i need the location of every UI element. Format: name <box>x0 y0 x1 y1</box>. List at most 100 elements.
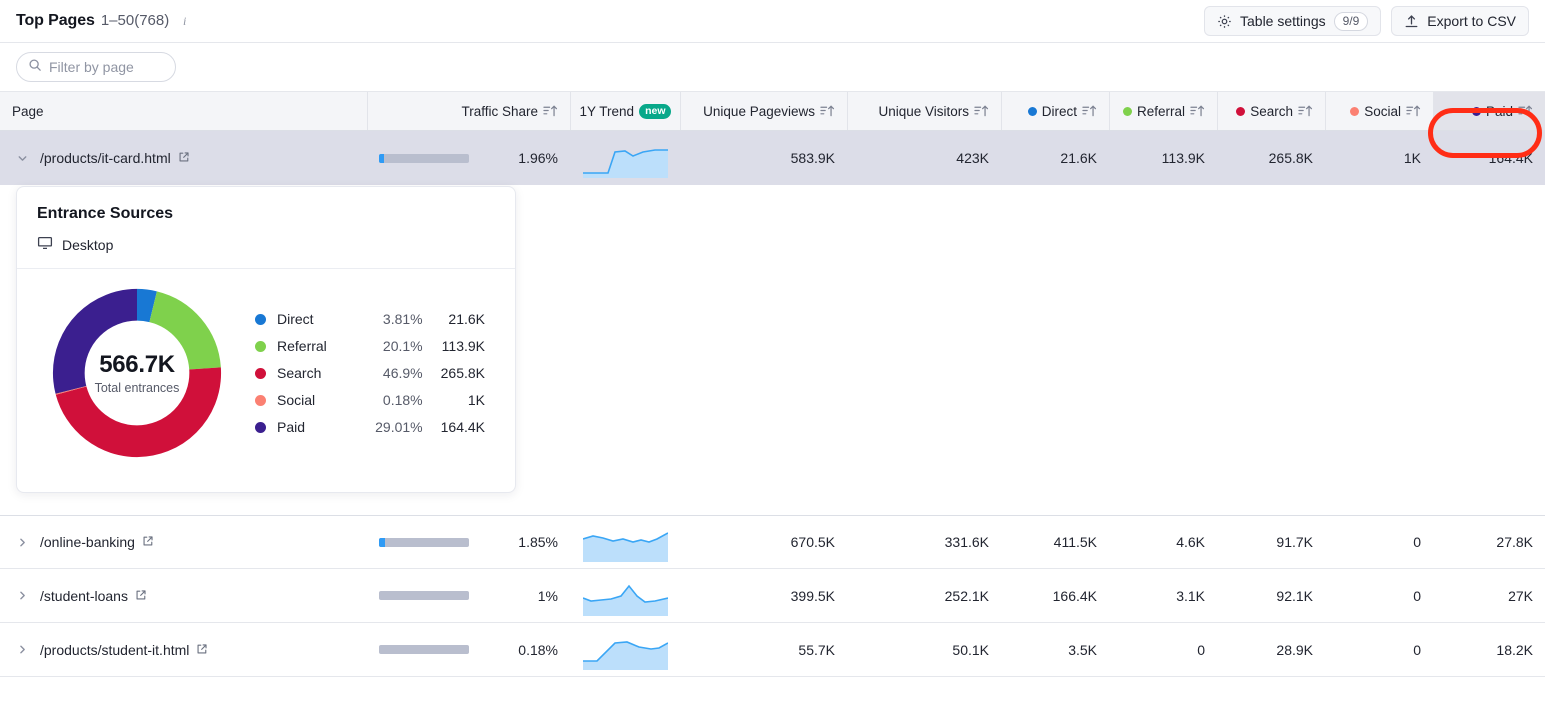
export-csv-button[interactable]: Export to CSV <box>1391 6 1529 36</box>
page-link[interactable]: /products/student-it.html <box>40 642 208 658</box>
export-csv-label: Export to CSV <box>1427 13 1516 29</box>
legend-percent: 46.9% <box>382 365 423 381</box>
cell-traffic-share: 1.96% <box>367 131 570 185</box>
column-header-social[interactable]: Social <box>1325 92 1433 130</box>
external-link-icon[interactable] <box>135 588 147 604</box>
page-link[interactable]: /student-loans <box>40 588 147 604</box>
chevron-right-icon[interactable] <box>12 643 32 656</box>
sparkline-chart <box>582 640 668 670</box>
table-settings-count: 9/9 <box>1333 11 1369 31</box>
column-header-search[interactable]: Search <box>1217 92 1325 130</box>
table-row[interactable]: /student-loans 1% 399.5K 252.1K 166.4K 3… <box>0 569 1545 623</box>
column-header-page[interactable]: Page <box>0 92 367 130</box>
column-header-referral[interactable]: Referral <box>1109 92 1217 130</box>
cell-social: 0 <box>1413 641 1421 658</box>
legend-label: Search <box>277 365 322 381</box>
cell-search: 92.1K <box>1276 587 1313 604</box>
sort-icon <box>974 104 989 118</box>
cell-unique-pageviews: 55.7K <box>798 641 835 658</box>
page-url: /online-banking <box>40 534 135 550</box>
cell-unique-visitors: 331.6K <box>944 534 989 550</box>
page-title-text: Top Pages <box>16 12 95 29</box>
column-header-traffic-share[interactable]: Traffic Share <box>367 92 570 130</box>
entrance-sources-title: Entrance Sources <box>37 205 174 222</box>
page-link[interactable]: /online-banking <box>40 534 154 550</box>
search-color-dot <box>255 367 266 379</box>
sort-icon <box>820 104 835 118</box>
chevron-right-icon[interactable] <box>12 536 32 549</box>
external-link-icon[interactable] <box>142 534 154 550</box>
cell-unique-pageviews: 583.9K <box>790 150 835 166</box>
column-label: Social <box>1364 103 1401 119</box>
sort-icon <box>1298 104 1313 118</box>
cell-direct: 166.4K <box>1052 587 1097 604</box>
table-header-row: Page Traffic Share 1Y Trend new Unique P… <box>0 91 1545 131</box>
table-settings-label: Table settings <box>1240 13 1326 29</box>
cell-trend <box>570 569 680 622</box>
entrance-sources-body: 566.7K Total entrances Direct 3.81% 21.6… <box>17 269 515 463</box>
column-label: Paid <box>1485 103 1513 119</box>
external-link-icon[interactable] <box>178 150 190 166</box>
search-icon <box>28 58 42 77</box>
table-row[interactable]: /online-banking 1.85% 670.5K 331.6K 411.… <box>0 515 1545 569</box>
legend-value: 21.6K <box>448 311 486 327</box>
legend-item-social: Social 0.18% 1K <box>255 387 485 414</box>
donut-svg <box>52 288 222 458</box>
cell-direct: 411.5K <box>1053 534 1097 550</box>
legend-percent: 29.01% <box>375 419 423 435</box>
cell-search: 265.8K <box>1268 150 1313 166</box>
legend-item-paid: Paid 29.01% 164.4K <box>255 414 485 441</box>
cell-page: /products/it-card.html <box>0 131 367 185</box>
column-label: Unique Visitors <box>878 103 969 119</box>
expanded-detail-area: Entrance Sources Desktop 566.7K Total en… <box>0 185 1545 515</box>
referral-color-dot <box>1122 106 1132 116</box>
traffic-share-value: 1.96% <box>518 150 558 166</box>
referral-color-dot <box>255 340 266 352</box>
cell-direct: 21.6K <box>1060 150 1097 166</box>
external-link-icon[interactable] <box>196 642 208 658</box>
sort-icon <box>1406 104 1421 118</box>
cell-paid: 164.4K <box>1488 150 1533 166</box>
donut-legend: Direct 3.81% 21.6K Referral 20.1% 113.9K… <box>255 306 485 441</box>
column-header-direct[interactable]: Direct <box>1001 92 1109 130</box>
legend-label: Social <box>277 392 316 408</box>
column-header-paid[interactable]: Paid <box>1433 92 1545 130</box>
cell-trend <box>570 516 680 568</box>
cell-unique-pageviews: 670.5K <box>790 534 835 550</box>
page-url: /products/student-it.html <box>40 641 190 658</box>
direct-color-dot <box>255 313 266 325</box>
column-header-unique-pageviews[interactable]: Unique Pageviews <box>680 92 847 130</box>
search-input[interactable] <box>49 59 164 75</box>
sparkline-chart <box>582 149 668 178</box>
cell-unique-pageviews: 399.5K <box>790 587 835 604</box>
chevron-down-icon[interactable] <box>12 152 32 165</box>
page-link[interactable]: /products/it-card.html <box>40 150 190 166</box>
traffic-share-value: 0.18% <box>518 641 558 658</box>
cell-social: 0 <box>1413 534 1421 550</box>
cell-traffic-share: 0.18% <box>367 623 570 676</box>
page-title: Top Pages 1–50(768) i <box>16 12 191 30</box>
donut-chart: 566.7K Total entrances <box>47 283 227 463</box>
table-row[interactable]: /products/it-card.html 1.96% 583.9K 423K… <box>0 131 1545 185</box>
table-settings-button[interactable]: Table settings 9/9 <box>1204 6 1382 36</box>
table-row[interactable]: /products/student-it.html 0.18% 55.7K 50… <box>0 623 1545 677</box>
cell-referral: 113.9K <box>1161 150 1205 166</box>
social-color-dot <box>255 394 266 406</box>
info-icon[interactable]: i <box>178 14 191 28</box>
direct-color-dot <box>1027 106 1037 116</box>
chevron-right-icon[interactable] <box>12 589 32 602</box>
page-url: /products/it-card.html <box>40 150 171 166</box>
cell-traffic-share: 1% <box>367 569 570 622</box>
legend-label: Paid <box>277 419 306 435</box>
cell-paid: 27K <box>1508 587 1533 604</box>
cell-unique-visitors: 423K <box>956 150 989 166</box>
sparkline-chart <box>582 584 668 616</box>
new-badge: new <box>639 103 672 119</box>
cell-paid: 18.2K <box>1496 641 1533 658</box>
entrance-sources-device: Desktop <box>37 235 495 254</box>
column-header-unique-visitors[interactable]: Unique Visitors <box>847 92 1001 130</box>
filter-by-page-box[interactable] <box>16 52 176 82</box>
cell-trend <box>570 623 680 676</box>
column-header-1y-trend[interactable]: 1Y Trend new <box>570 92 680 130</box>
cell-page: /products/student-it.html <box>0 623 367 676</box>
